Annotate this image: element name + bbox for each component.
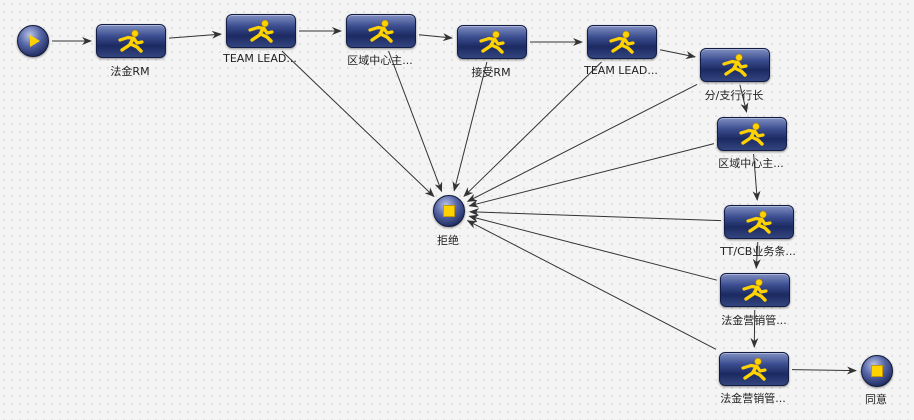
task-node-tt-cb[interactable] (724, 205, 794, 239)
edge-n9-to-reject (468, 214, 718, 281)
play-icon (29, 35, 40, 47)
task-label: 分/支行行长 (704, 89, 764, 102)
task-label: 区域中心主... (718, 157, 784, 170)
edge-n6-to-reject (466, 83, 698, 202)
task-node-region-center-2[interactable] (717, 117, 787, 151)
running-person-icon (479, 30, 505, 54)
task-node-marketing-mgmt-2[interactable] (719, 352, 789, 386)
task-node-team-lead-2[interactable] (587, 25, 657, 59)
task-label: 法金营销管... (720, 392, 786, 405)
edge-n4-to-reject (452, 61, 488, 192)
task-label: 接受RM (471, 66, 511, 79)
edge-n1-to-n2 (168, 30, 222, 39)
running-person-icon (746, 210, 772, 234)
reject-end-node[interactable] (433, 195, 465, 227)
edge-n8-to-reject (468, 208, 722, 222)
end-label-reject: 拒绝 (437, 234, 459, 247)
task-node-branch-president[interactable] (700, 48, 770, 82)
task-node-team-lead-1[interactable] (226, 14, 296, 48)
agree-end-node[interactable] (861, 355, 893, 387)
end-label-agree: 同意 (865, 393, 887, 406)
stop-icon (871, 365, 883, 377)
task-label: TEAM LEAD... (223, 52, 297, 65)
edge-n2-to-reject (281, 50, 435, 198)
task-node-marketing-mgmt-1[interactable] (720, 273, 790, 307)
running-person-icon (368, 19, 394, 43)
start-node[interactable] (17, 25, 49, 57)
task-label: 法金营销管... (721, 314, 787, 327)
task-label: TT/CB业务条... (720, 245, 796, 258)
edge-n7-to-reject (468, 143, 715, 208)
stop-icon (443, 205, 455, 217)
running-person-icon (739, 122, 765, 146)
task-node-region-center-1[interactable] (346, 14, 416, 48)
running-person-icon (742, 278, 768, 302)
task-label: 法金RM (110, 65, 150, 78)
edge-n10-to-agree (791, 366, 858, 375)
edge-n5-to-n6 (659, 49, 696, 59)
running-person-icon (722, 53, 748, 77)
task-label: TEAM LEAD... (584, 64, 658, 77)
running-person-icon (248, 19, 274, 43)
running-person-icon (609, 30, 635, 54)
running-person-icon (741, 357, 767, 381)
edge-n5-to-reject (463, 61, 602, 198)
task-node-faj-rm[interactable] (96, 24, 166, 58)
edge-n3-to-n4 (418, 33, 453, 42)
task-node-accept-rm[interactable] (457, 25, 527, 59)
running-person-icon (118, 29, 144, 53)
